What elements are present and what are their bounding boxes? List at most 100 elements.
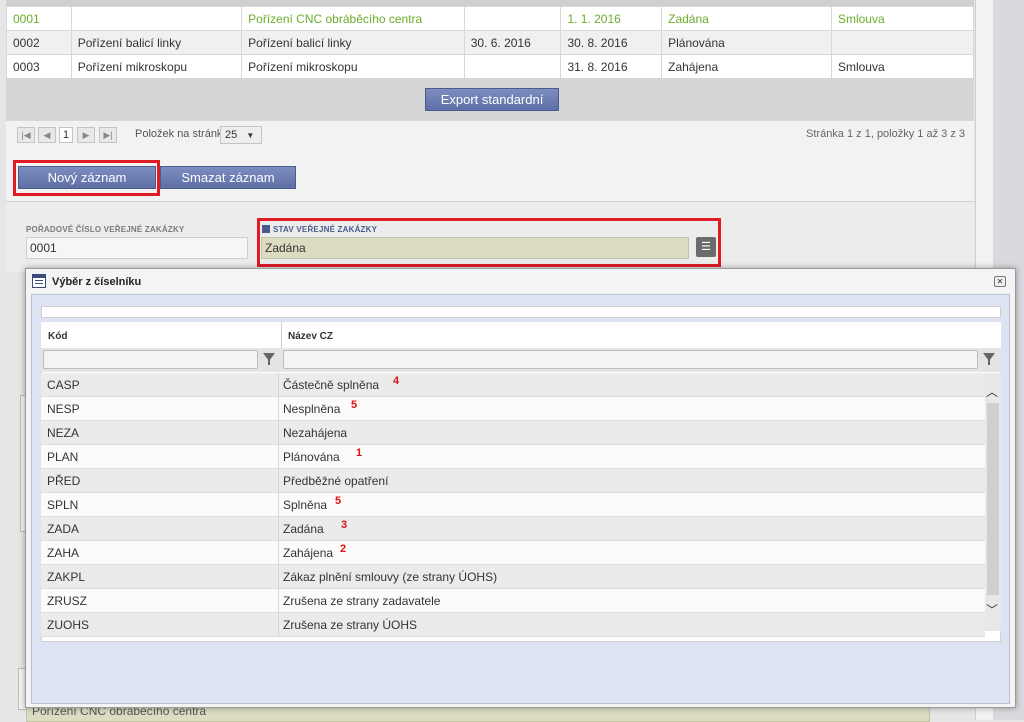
annotation-number: 3 (341, 519, 348, 531)
annotation-number: 5 (351, 399, 358, 411)
filter-icon[interactable] (983, 353, 995, 365)
table-row[interactable]: 0003 Pořízení mikroskopu Pořízení mikrosko… (6, 54, 975, 79)
grid-header (41, 322, 1001, 348)
list-item[interactable]: ZADA Zadána 3 (41, 517, 985, 541)
column-divider (281, 322, 282, 348)
list-item[interactable]: ZAHA Zahájena 2 (41, 541, 985, 565)
table-cell: Smlouva (830, 54, 975, 79)
current-page-input[interactable]: 1 (59, 127, 73, 143)
list-item[interactable]: SPLN Splněna 5 (41, 493, 985, 517)
first-page-button[interactable]: |◀ (17, 127, 35, 143)
list-item[interactable]: ZAKPL Zákaz plnění smlouvy (ze strany ÚOH… (41, 565, 985, 589)
delete-record-button[interactable]: Smazat záznam (160, 166, 296, 189)
table-cell: Plánována (661, 30, 832, 55)
chevron-down-icon[interactable]: ﹀ (986, 601, 998, 618)
name-cell: Zadána (283, 522, 324, 536)
table-cell: Pořízení mikroskopu (70, 54, 243, 79)
table-cell: Pořízení balicí linky (241, 30, 465, 55)
list-item[interactable]: CASP Částečně splněna 4 (41, 373, 985, 397)
table-cell (463, 6, 562, 31)
grid-rows: CASP Částečně splněna 4 NESP Nesplněna 5 NEZA N… (41, 373, 985, 637)
list-item[interactable]: ZUOHS Zrušena ze strany ÚOHS (41, 613, 985, 637)
name-cell: Částečně splněna (283, 378, 380, 392)
column-divider (278, 613, 279, 637)
table-cell: Zahájena (661, 54, 832, 79)
column-divider (278, 421, 279, 445)
annotation-number: 2 (340, 543, 347, 555)
code-cell: ZUOHS (47, 618, 89, 632)
table-cell: 1. 1. 2016 (560, 6, 663, 31)
table-cell: Pořízení balicí linky (70, 30, 243, 55)
table-cell: Zadána (661, 6, 832, 31)
table-cell: Pořízení CNC obráběcího centra (241, 6, 465, 31)
name-cell: Nezahájena (283, 426, 348, 440)
code-cell: PŘED (47, 474, 81, 488)
name-cell: Předběžné opatření (283, 474, 389, 488)
code-cell: ZAKPL (47, 570, 86, 584)
list-item[interactable]: PLAN Plánována 1 (41, 445, 985, 469)
prev-page-button[interactable]: ◀ (38, 127, 56, 143)
filter-icon[interactable] (263, 353, 275, 365)
name-cell: Zahájena (283, 546, 334, 560)
name-cell: Zrušena ze strany zadavatele (283, 594, 441, 608)
highlight-state-field (257, 218, 721, 267)
chevron-up-icon[interactable]: ︿ (986, 383, 998, 400)
chevron-down-icon: ▼ (246, 131, 255, 140)
column-divider (278, 493, 279, 517)
table-cell: 30. 8. 2016 (560, 30, 663, 55)
table-row[interactable]: 0002 Pořízení balicí linky Pořízení balicí… (6, 30, 975, 55)
list-item[interactable]: PŘED Předběžné opatření (41, 469, 985, 493)
number-label: POŘADOVÉ ČÍSLO VEŘEJNÉ ZAKÁZKY (26, 225, 185, 234)
next-page-button[interactable]: ▶ (77, 127, 95, 143)
filter-code-input[interactable] (43, 350, 258, 369)
code-cell: SPLN (47, 498, 79, 512)
table-cell: 0002 (6, 30, 72, 55)
code-cell: CASP (47, 378, 80, 392)
column-header-code[interactable]: Kód (48, 331, 67, 342)
table-cell: 0001 (6, 6, 72, 31)
table-cell: 0003 (6, 54, 72, 79)
highlight-new-record (13, 160, 160, 196)
close-icon[interactable]: ✕ (994, 276, 1006, 287)
name-cell: Splněna (283, 498, 328, 512)
table-cell: Pořízení mikroskopu (241, 54, 465, 79)
table-cell: Smlouva (830, 6, 975, 31)
table-row[interactable]: 0001 Pořízení CNC obráběcího centra 1. 1. … (6, 6, 975, 31)
column-divider (278, 373, 279, 397)
last-page-button[interactable]: ▶| (99, 127, 117, 143)
page-size-value: 25 (225, 129, 238, 141)
dialog-title: Výběr z číselníku (52, 276, 142, 288)
annotation-number: 5 (335, 495, 342, 507)
column-divider (278, 469, 279, 493)
export-standard-button[interactable]: Export standardní (425, 88, 559, 111)
list-item[interactable]: NEZA Nezahájena (41, 421, 985, 445)
annotation-number: 4 (393, 375, 400, 387)
page-size-select[interactable]: 25 ▼ (220, 126, 262, 144)
window-icon (32, 274, 46, 288)
list-item[interactable]: NESP Nesplněna 5 (41, 397, 985, 421)
column-divider (278, 565, 279, 589)
table-cell (830, 30, 975, 55)
column-divider (278, 445, 279, 469)
grid-toolbar (41, 306, 1001, 318)
column-divider (278, 541, 279, 565)
records-table: 0001 Pořízení CNC obráběcího centra 1. 1. … (6, 6, 975, 79)
code-cell: ZRUSZ (47, 594, 87, 608)
code-cell: ZADA (47, 522, 80, 536)
table-cell (463, 54, 562, 79)
filter-name-input[interactable] (283, 350, 978, 369)
name-cell: Nesplněna (283, 402, 341, 416)
annotation-number: 1 (356, 447, 363, 459)
number-field[interactable]: 0001 (26, 237, 248, 259)
code-cell: NEZA (47, 426, 80, 440)
name-cell: Zrušena ze strany ÚOHS (283, 618, 418, 632)
scrollbar-thumb[interactable] (987, 403, 999, 595)
page-size-label: Položek na stránku (135, 128, 229, 140)
table-cell (70, 6, 243, 31)
page-info: Stránka 1 z 1, položky 1 až 3 z 3 (806, 128, 965, 140)
column-divider (278, 397, 279, 421)
list-item[interactable]: ZRUSZ Zrušena ze strany zadavatele (41, 589, 985, 613)
column-header-name[interactable]: Název CZ (288, 331, 333, 342)
column-divider (278, 589, 279, 613)
column-divider (278, 517, 279, 541)
